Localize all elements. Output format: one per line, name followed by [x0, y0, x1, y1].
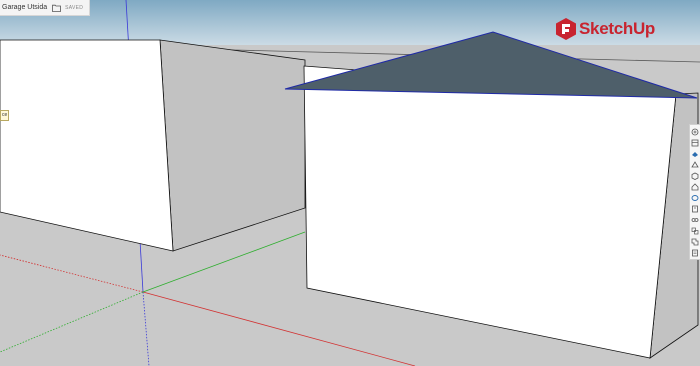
- instructor-icon[interactable]: [691, 138, 700, 147]
- solid-tools-icon[interactable]: [691, 237, 700, 246]
- document-title-bar: Garage Utsida SAVED: [0, 0, 91, 16]
- entity-info-icon[interactable]: [691, 127, 700, 136]
- materials-icon[interactable]: [691, 160, 700, 169]
- document-title[interactable]: Garage Utsida: [0, 4, 47, 11]
- sketchup-brand: SketchUp: [556, 18, 655, 40]
- display-icon[interactable]: [691, 215, 700, 224]
- sketchup-wordmark: SketchUp: [579, 19, 656, 38]
- shadows-icon[interactable]: [691, 204, 700, 213]
- right-tool-panel: [689, 124, 700, 260]
- scene-tag-label: ce: [0, 110, 10, 121]
- save-status: SAVED: [65, 4, 84, 11]
- styles-icon[interactable]: [691, 171, 700, 180]
- outliner-icon[interactable]: [691, 226, 700, 235]
- report-icon[interactable]: [691, 248, 700, 257]
- scenes-icon[interactable]: [691, 193, 700, 202]
- components-icon[interactable]: [691, 149, 700, 158]
- tags-icon[interactable]: [691, 182, 700, 191]
- sketchup-logo-icon: [556, 18, 576, 40]
- 3d-viewport[interactable]: [0, 0, 700, 366]
- folder-icon[interactable]: [51, 3, 61, 13]
